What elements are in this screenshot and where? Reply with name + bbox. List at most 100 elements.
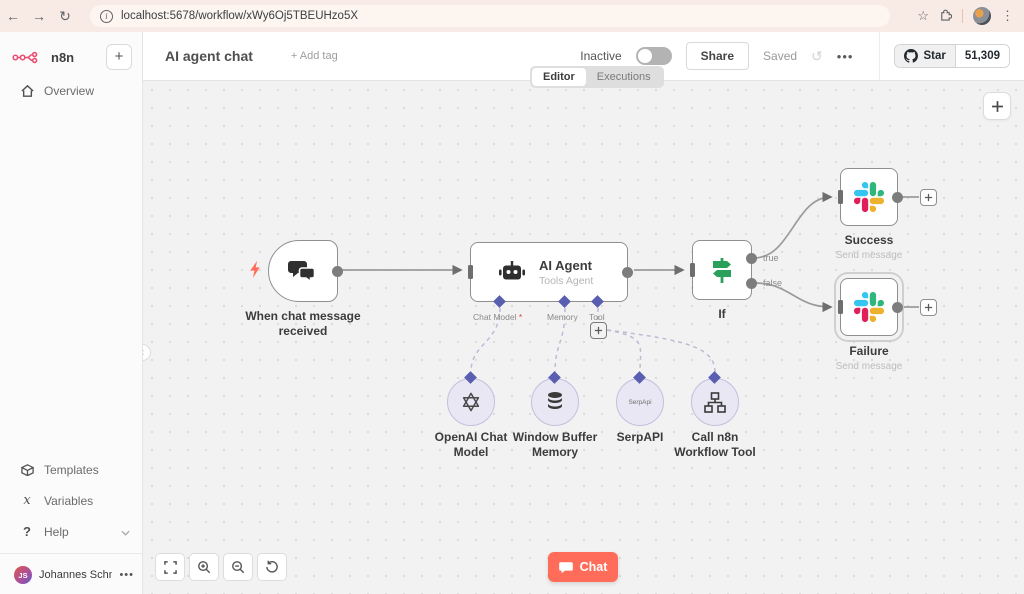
robot-icon: [499, 261, 525, 280]
share-button[interactable]: Share: [685, 42, 750, 70]
node-chat-trigger[interactable]: [268, 240, 343, 302]
agent-subtitle: Tools Agent: [539, 274, 594, 287]
github-icon: [904, 49, 919, 63]
user-name: Johannes Schn...: [39, 569, 113, 581]
node-label-chat-trigger: When chat message received: [245, 309, 361, 338]
chevron-down-icon: [121, 525, 130, 539]
node-subtitle: Send message: [835, 361, 903, 372]
github-star-label: Star: [923, 50, 946, 62]
workflow-canvas[interactable]: ‹ When chat message received: [143, 81, 1024, 594]
workflow-title[interactable]: AI agent chat: [165, 48, 253, 64]
tab-executions[interactable]: Executions: [586, 68, 662, 86]
node-success[interactable]: [838, 168, 903, 226]
bookmark-star-icon[interactable]: ☆: [917, 8, 929, 24]
add-next-node-button[interactable]: [920, 189, 937, 206]
chat-bubbles-icon: [288, 261, 316, 284]
add-node-button[interactable]: [983, 92, 1011, 120]
history-icon[interactable]: ↺: [811, 48, 823, 65]
add-tool-button[interactable]: [589, 322, 607, 339]
reset-view-button[interactable]: [257, 553, 287, 581]
question-icon: ?: [23, 524, 31, 539]
chat-button[interactable]: Chat: [548, 552, 618, 582]
output-port[interactable]: [892, 192, 903, 203]
node-openai-chat-model[interactable]: [447, 378, 495, 426]
input-port[interactable]: [838, 300, 843, 314]
workflow-hierarchy-icon: [704, 391, 726, 413]
user-avatar: JS: [14, 566, 32, 584]
serpapi-icon: SerpApi: [628, 398, 652, 406]
add-tag-button[interactable]: + Add tag: [291, 50, 338, 62]
port-label-memory: Memory: [547, 312, 578, 322]
node-if[interactable]: [690, 240, 757, 300]
node-failure[interactable]: [838, 278, 903, 336]
browser-back-icon[interactable]: ←: [0, 8, 26, 24]
tab-editor[interactable]: Editor: [532, 68, 586, 86]
input-port[interactable]: [690, 263, 695, 277]
node-label-failure: Failure Send message: [829, 344, 909, 374]
node-label-buffer-memory: Window Buffer Memory: [512, 430, 598, 459]
signpost-icon: [713, 258, 731, 283]
output-port[interactable]: [892, 302, 903, 313]
activation-status-label: Inactive: [580, 49, 622, 63]
sidebar-divider: [0, 553, 142, 554]
node-label-if: If: [718, 307, 726, 321]
activation-toggle[interactable]: [635, 47, 672, 65]
view-tabs: Editor Executions: [530, 66, 664, 88]
slack-icon: [854, 292, 884, 322]
extensions-icon[interactable]: [939, 8, 953, 24]
github-star-widget[interactable]: Star 51,309: [894, 44, 1010, 68]
site-info-icon[interactable]: i: [100, 9, 113, 23]
output-port[interactable]: [622, 267, 633, 278]
add-next-node-button[interactable]: [920, 299, 937, 316]
address-bar[interactable]: i localhost:5678/workflow/xWy6Oj5TBEUHzo…: [90, 5, 890, 27]
canvas-controls: [155, 553, 287, 581]
zoom-out-button[interactable]: [223, 553, 253, 581]
brand-name: n8n: [51, 49, 75, 65]
node-call-n8n-workflow-tool[interactable]: [691, 378, 739, 426]
sidebar-item-variables[interactable]: x Variables: [0, 485, 142, 516]
browser-profile-avatar[interactable]: [973, 7, 991, 25]
header-divider: [879, 31, 881, 81]
port-label-tool: Tool: [589, 312, 605, 322]
browser-menu-icon[interactable]: ⋮: [1001, 8, 1014, 24]
sidebar-item-templates[interactable]: Templates: [0, 455, 142, 485]
output-port-true[interactable]: [746, 253, 757, 264]
sidebar: n8n + Overview Templates x Variables ? H…: [0, 32, 143, 594]
node-label-serpapi: SerpAPI: [616, 430, 664, 444]
sidebar-collapse-icon[interactable]: ‹: [143, 344, 151, 361]
sidebar-item-label: Variables: [44, 493, 94, 508]
openai-icon: [462, 392, 480, 412]
browser-chrome: ← → ↻ i localhost:5678/workflow/xWy6Oj5T…: [0, 0, 1024, 32]
node-ai-agent[interactable]: AI Agent Tools Agent: [468, 242, 633, 302]
fit-view-button[interactable]: [155, 553, 185, 581]
chat-bubble-icon: [558, 561, 573, 573]
variable-x-icon: x: [23, 493, 31, 508]
trigger-bolt-icon: [249, 261, 262, 283]
toggle-knob: [637, 49, 652, 63]
sidebar-item-help[interactable]: ? Help: [0, 516, 142, 547]
agent-title: AI Agent: [539, 257, 592, 273]
input-port[interactable]: [468, 265, 473, 279]
sidebar-item-label: Help: [44, 524, 69, 539]
output-port[interactable]: [332, 266, 343, 277]
home-icon: [20, 85, 34, 97]
port-label-chat-model: Chat Model *: [473, 312, 523, 322]
output-port-false[interactable]: [746, 278, 757, 289]
workflow-menu-icon[interactable]: •••: [837, 49, 854, 64]
input-port[interactable]: [838, 190, 843, 204]
node-window-buffer-memory[interactable]: [531, 378, 579, 426]
node-label-success: Success Send message: [829, 233, 909, 263]
chrome-divider: [962, 9, 963, 23]
zoom-in-button[interactable]: [189, 553, 219, 581]
user-options-icon[interactable]: •••: [119, 569, 134, 581]
new-workflow-button[interactable]: +: [106, 44, 132, 70]
node-serpapi[interactable]: SerpApi: [616, 378, 664, 426]
browser-forward-icon[interactable]: →: [26, 8, 52, 24]
browser-reload-icon[interactable]: ↻: [52, 8, 78, 25]
sidebar-item-overview[interactable]: Overview: [0, 76, 142, 106]
n8n-logo[interactable]: n8n: [12, 50, 74, 65]
user-menu[interactable]: JS Johannes Schn... •••: [0, 556, 142, 594]
n8n-app: n8n + Overview Templates x Variables ? H…: [0, 31, 1024, 594]
required-marker: *: [518, 312, 523, 322]
output-label-true: true: [763, 253, 779, 263]
